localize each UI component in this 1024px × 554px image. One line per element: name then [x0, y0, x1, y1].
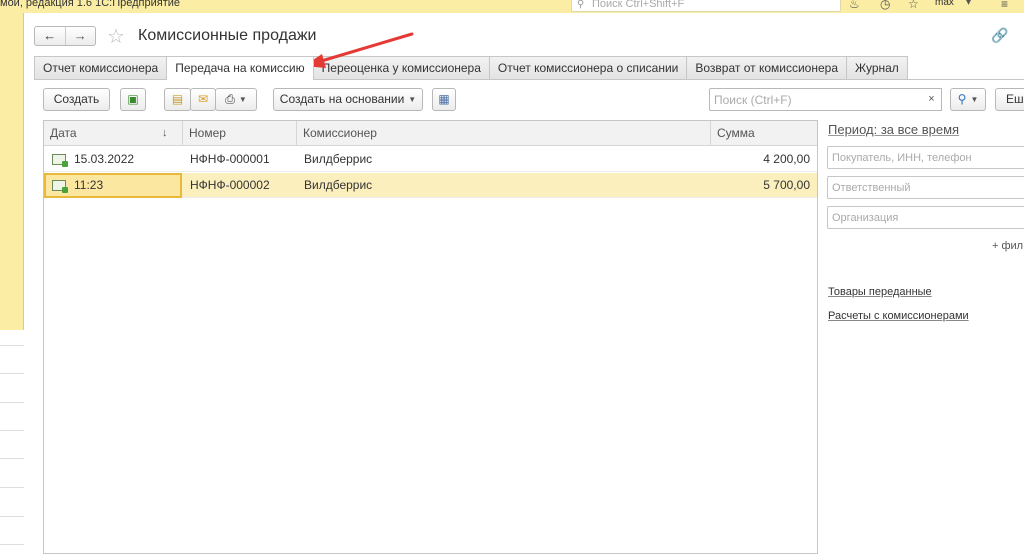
bell-icon[interactable]: ♨ — [849, 0, 860, 11]
page-title: Комиссионные продажи — [138, 27, 317, 44]
more-button[interactable]: Еш — [995, 88, 1024, 111]
list-search-input[interactable] — [710, 89, 900, 110]
search-icon: ⚲ — [957, 92, 967, 106]
row-sum: 5 700,00 — [763, 178, 810, 192]
back-button[interactable]: ← — [35, 27, 66, 45]
organization-filter — [827, 206, 1024, 229]
posted-document-icon — [52, 180, 68, 193]
favorites-star-icon[interactable]: ☆ — [908, 0, 919, 11]
create-button[interactable]: Создать — [43, 88, 110, 111]
responsible-filter — [827, 176, 1024, 199]
left-panel-divider — [0, 345, 24, 346]
chevron-down-icon: ▼ — [408, 95, 417, 105]
nav-buttons: ← → — [34, 26, 96, 46]
table-row-selected[interactable]: 11:23 НФНФ-000002 Вилдберрис 5 700,00 — [44, 173, 817, 198]
row-number: НФНФ-000002 — [190, 178, 270, 192]
column-date[interactable]: Дата ↓ — [44, 121, 182, 146]
structure-button[interactable]: ▦ — [432, 88, 456, 111]
row-date: 15.03.2022 — [74, 152, 135, 166]
row-number: НФНФ-000001 — [190, 152, 270, 166]
global-search-placeholder: Поиск Ctrl+Shift+F — [592, 0, 685, 10]
row-date: 11:23 — [74, 178, 104, 192]
left-panel-list — [0, 330, 24, 554]
printer-icon: ⎙ — [225, 92, 235, 106]
user-name[interactable]: max — [935, 0, 954, 8]
document-settings-icon: ▤ — [171, 92, 184, 106]
add-filter-link[interactable]: + фил — [992, 240, 1023, 252]
row-sum: 4 200,00 — [763, 152, 810, 166]
column-date-label: Дата — [50, 126, 77, 140]
menu-icon[interactable]: ≡ — [1001, 0, 1008, 11]
tab-commissioner-report[interactable]: Отчет комиссионера — [34, 56, 168, 79]
create-based-on-label: Создать на основании — [279, 92, 405, 106]
left-panel-divider — [0, 516, 24, 517]
structure-icon: ▦ — [438, 92, 450, 106]
row-commissioner: Вилдберрис — [304, 178, 373, 192]
chevron-down-icon: ▼ — [970, 95, 979, 105]
link-goods-transferred[interactable]: Товары переданные — [828, 286, 932, 298]
tab-journal[interactable]: Журнал — [846, 56, 908, 79]
period-link[interactable]: Период: за все время — [828, 122, 959, 137]
list-search-box — [709, 88, 925, 111]
left-section-panel — [0, 13, 24, 554]
responsible-filter-input[interactable] — [828, 177, 1018, 198]
add-document-icon: ▣ — [127, 92, 139, 106]
email-button[interactable]: ✉ — [190, 88, 216, 111]
documents-table: Дата ↓ Номер Комиссионер Сумма 15.03.202… — [43, 120, 818, 554]
history-icon[interactable]: ◷ — [880, 0, 890, 11]
tab-return-from-commissioner[interactable]: Возврат от комиссионера — [686, 56, 848, 79]
buyer-filter-input[interactable] — [828, 147, 1018, 168]
organization-filter-input[interactable] — [828, 207, 1018, 228]
sort-arrow-icon: ↓ — [162, 127, 168, 139]
app-title: мой, редакция 1.6 1С:Предприятие — [0, 0, 180, 9]
global-search-input[interactable]: ⚲ Поиск Ctrl+Shift+F — [571, 0, 841, 12]
print-forms-button[interactable]: ▤ — [164, 88, 191, 111]
posted-document-icon — [52, 154, 68, 167]
row-commissioner: Вилдберрис — [304, 152, 373, 166]
favorite-star-icon[interactable]: ☆ — [107, 24, 125, 49]
create-copy-button[interactable]: ▣ — [120, 88, 146, 111]
envelope-icon: ✉ — [197, 92, 209, 106]
tab-revaluation[interactable]: Переоценка у комиссионера — [312, 56, 490, 79]
table-header: Дата ↓ Номер Комиссионер Сумма — [44, 121, 817, 146]
table-row[interactable]: 15.03.2022 НФНФ-000001 Вилдберрис 4 200,… — [44, 147, 817, 172]
tab-bar: Отчет комиссионера Передача на комиссию … — [34, 56, 908, 80]
tab-write-off-report[interactable]: Отчет комиссионера о списании — [488, 56, 688, 79]
left-panel-divider — [0, 458, 24, 459]
column-number[interactable]: Номер — [182, 121, 296, 146]
column-commissioner[interactable]: Комиссионер — [296, 121, 710, 146]
app-title-bar: мой, редакция 1.6 1С:Предприятие ⚲ Поиск… — [0, 0, 1024, 13]
search-clear-button[interactable]: × — [922, 88, 942, 111]
link-icon[interactable]: 🔗 — [991, 27, 1008, 44]
print-button[interactable]: ⎙ ▼ — [215, 88, 257, 111]
link-settlements[interactable]: Расчеты с комиссионерами — [828, 310, 969, 322]
left-panel-divider — [0, 373, 24, 374]
left-panel-divider — [0, 430, 24, 431]
left-panel-divider — [0, 544, 24, 545]
column-sum[interactable]: Сумма — [710, 121, 817, 146]
create-based-on-button[interactable]: Создать на основании ▼ — [273, 88, 423, 111]
left-panel-divider — [0, 402, 24, 403]
forward-button[interactable]: → — [66, 27, 96, 45]
chevron-down-icon[interactable]: ▾ — [966, 0, 971, 8]
tab-transfer-to-commission[interactable]: Передача на комиссию — [166, 56, 314, 80]
left-panel-divider — [0, 487, 24, 488]
main-form: ← → ☆ Комиссионные продажи 🔗 Отчет комис… — [25, 13, 1024, 554]
search-options-button[interactable]: ⚲ ▼ — [950, 88, 986, 111]
buyer-filter — [827, 146, 1024, 169]
search-icon: ⚲ — [577, 0, 585, 10]
chevron-down-icon: ▼ — [238, 95, 247, 105]
